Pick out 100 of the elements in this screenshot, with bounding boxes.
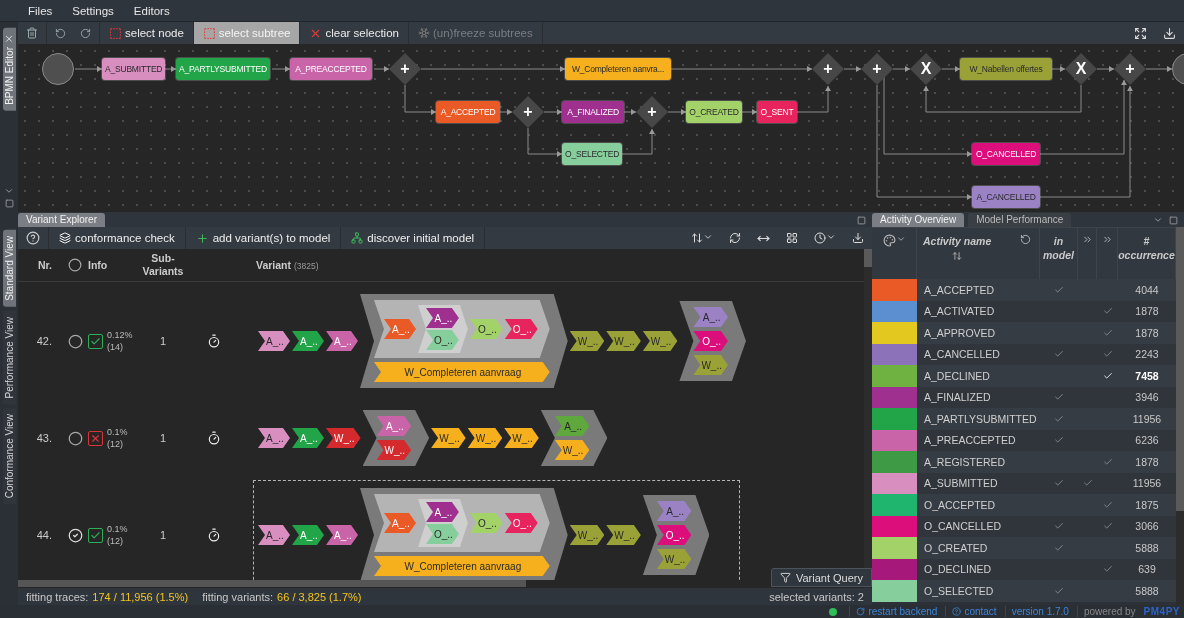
activity-chevron: W_..	[554, 440, 590, 460]
activity-chevron: O_..	[656, 525, 692, 545]
variant-query-button[interactable]: Variant Query	[770, 568, 872, 587]
table-row[interactable]: A_APPROVED 1878	[872, 322, 1176, 344]
status-text: selected variants: 2	[769, 590, 864, 603]
gateway-node[interactable]: +	[812, 53, 844, 85]
activity-name: A_SUBMITTED	[923, 477, 999, 490]
activity-chevron: O_..	[469, 513, 503, 533]
activity-name: O_ACCEPTED	[923, 498, 997, 511]
gateway-node[interactable]: +	[1114, 53, 1146, 85]
table-row[interactable]: A_REGISTERED 1878	[872, 451, 1176, 473]
gateway-node[interactable]: X	[910, 53, 942, 85]
occurrence-count: 1878	[1134, 455, 1160, 468]
task-node[interactable]: O_SENT	[757, 101, 797, 123]
occurrence-count: 5888	[1134, 584, 1160, 597]
task-node[interactable]: O_SELECTED	[562, 143, 623, 165]
occurrence-count: 1878	[1134, 326, 1160, 339]
editor-tab[interactable]: BPMN Editor	[2, 28, 16, 111]
table-row[interactable]: A_SUBMITTED 11956	[872, 472, 1176, 494]
variant-frame[interactable]: A_.. A_.. A_.. A_.. A_.. O_.. O_.. O_.. W_Completeren aanvraag W_.. W_.. W_.. A_.. O_.. W_..	[253, 286, 777, 396]
view-tab[interactable]: Standard View	[2, 230, 16, 307]
activity-chevron: A_..	[426, 502, 459, 522]
menu-item[interactable]: Files	[28, 4, 53, 17]
occurrence-count: 7458	[1134, 369, 1160, 382]
status-label: fitting traces:	[26, 590, 89, 603]
activity-chevron: O_..	[469, 319, 503, 339]
toolbar-button[interactable]: add variant(s) to model	[185, 227, 342, 249]
occurrence-count: 5888	[1134, 541, 1160, 554]
frequency-text: 0.1% (12)	[107, 523, 129, 547]
activity-chevron: A_..	[258, 525, 290, 545]
table-row[interactable]: O_ACCEPTED 1875	[872, 494, 1176, 516]
table-row[interactable]: O_CREATED 5888	[872, 537, 1176, 559]
variant-frame[interactable]: A_.. A_.. W_.. A_.. W_.. W_.. W_.. W_.. A_.. W_..	[253, 402, 639, 474]
activity-chevron: W_..	[569, 331, 605, 351]
table-row[interactable]: O_DECLINED 639	[872, 558, 1176, 580]
status-label: fitting variants:	[202, 590, 274, 603]
column-header: Sub-Variants	[141, 252, 185, 278]
table-row[interactable]: A_CANCELLED 2243	[872, 343, 1176, 365]
gateway-node[interactable]: +	[512, 96, 544, 128]
task-node[interactable]: A_ACCEPTED	[436, 101, 500, 123]
variant-count: (3825)	[294, 261, 319, 271]
table-row[interactable]: O_CANCELLED 3066	[872, 515, 1176, 537]
panel-tab[interactable]: Activity Overview	[872, 213, 965, 227]
task-node[interactable]: W_Nabellen offertes	[960, 58, 1052, 80]
occurrence-count: 2243	[1134, 348, 1160, 361]
activity-name: A_APPROVED	[923, 326, 997, 339]
activity-chevron: O_..	[426, 330, 459, 350]
occurrence-count: 11956	[1131, 477, 1163, 490]
table-row[interactable]: A_PARTLYSUBMITTED 11956	[872, 408, 1176, 430]
task-node[interactable]: W_Completeren aanvra...	[565, 58, 671, 80]
toolbar-button[interactable]: discover initial model	[341, 227, 486, 249]
occurrence-count: 4044	[1134, 283, 1160, 296]
gateway-node[interactable]: +	[861, 53, 893, 85]
activity-chevron: A_..	[384, 513, 416, 533]
activity-chevron: A_..	[554, 416, 590, 436]
menu-item[interactable]: Settings	[72, 4, 114, 17]
table-cell-text: 1	[158, 529, 168, 541]
toolbar-button[interactable]: conformance check	[49, 227, 186, 249]
panel-tab[interactable]: Model Performance	[968, 213, 1072, 227]
activity-name: O_DECLINED	[923, 563, 993, 576]
column-header: Nr.	[37, 259, 53, 271]
row-number: 42.	[35, 335, 53, 347]
gateway-node[interactable]: X	[1065, 53, 1097, 85]
activity-chevron: W_..	[431, 428, 466, 448]
table-row[interactable]: A_ACCEPTED 4044	[872, 279, 1176, 301]
activity-name: A_CANCELLED	[923, 348, 1001, 361]
activity-chevron: W_..	[656, 549, 692, 569]
task-node[interactable]: A_CANCELLED	[972, 186, 1040, 208]
panel-tab[interactable]: Variant Explorer	[18, 213, 105, 227]
contact-link[interactable]: contact	[945, 606, 997, 617]
occurrence-count: 1875	[1134, 498, 1160, 511]
task-node[interactable]: O_CREATED	[686, 101, 742, 123]
view-tab[interactable]: Performance View	[2, 310, 16, 405]
task-node[interactable]: A_SUBMITTED	[102, 58, 166, 80]
row-number: 44.	[35, 529, 53, 541]
activity-chevron: A_..	[258, 428, 290, 448]
activity-name: A_DECLINED	[923, 369, 991, 382]
table-row[interactable]: A_FINALIZED 3946	[872, 386, 1176, 408]
view-tab[interactable]: Conformance View	[2, 408, 16, 505]
activity-chevron: W_Completeren aanvraag	[374, 362, 550, 382]
restart-link[interactable]: restart backend	[849, 606, 938, 617]
table-row[interactable]: A_PREACCEPTED 6236	[872, 429, 1176, 451]
menu-item[interactable]: Editors	[133, 4, 170, 17]
task-node[interactable]: A_PREACCEPTED	[290, 58, 372, 80]
activity-name: A_ACTIVATED	[923, 305, 996, 318]
activity-chevron: O_..	[504, 319, 538, 339]
activity-name: A_ACCEPTED	[923, 283, 996, 296]
table-row[interactable]: A_DECLINED 7458	[872, 365, 1176, 387]
status-value: 174 / 11,956 (1.5%)	[92, 590, 189, 603]
task-node[interactable]: A_FINALIZED	[562, 101, 624, 123]
table-row[interactable]: O_SELECTED 5888	[872, 580, 1176, 602]
activity-chevron: O_..	[693, 331, 728, 351]
table-row[interactable]: A_ACTIVATED 1878	[872, 300, 1176, 322]
gateway-node[interactable]: +	[636, 96, 668, 128]
activity-chevron: A_..	[292, 428, 324, 448]
task-node[interactable]: O_CANCELLED	[972, 143, 1040, 165]
activity-chevron: W_..	[376, 440, 412, 460]
column-header: in model	[1042, 234, 1075, 262]
activity-chevron: O_..	[426, 524, 459, 544]
gateway-node[interactable]: +	[389, 53, 421, 85]
